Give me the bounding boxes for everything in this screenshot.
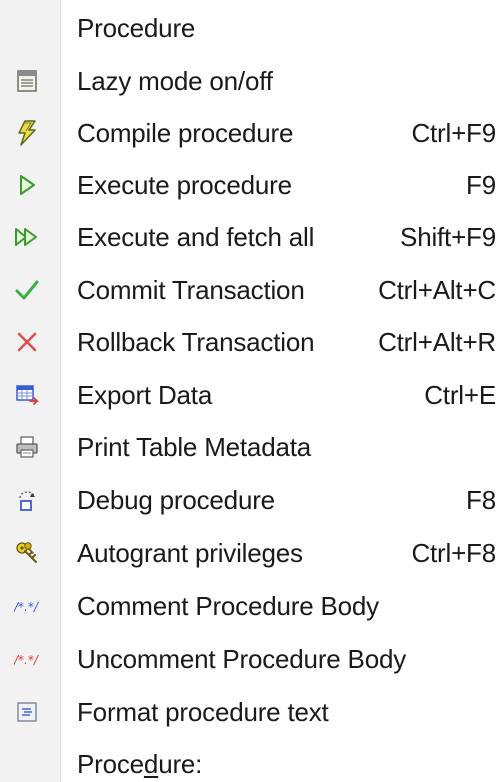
menu-item-label: Compile procedure [77,118,294,148]
menu-item-comment-procedure-body[interactable]: /*.*/ Comment Procedure Body [0,580,502,632]
menu-item-label: Comment Procedure Body [77,591,379,621]
menu-item-procedure-submenu[interactable]: Procedure: [0,738,502,782]
menu-item-label: Execute procedure [77,170,292,200]
comment-icon: /*.*/ [14,593,40,619]
procedure-context-menu: Procedure Lazy mode on/off Compile proce… [0,0,502,782]
submenu-label-start: Proce [77,749,144,779]
autogrant-keys-icon [14,540,40,566]
accelerator-key: d [143,749,159,779]
menu-item-label: Commit Transaction [77,275,305,305]
menu-header-label: Procedure [77,13,196,43]
menu-item-label: Print Table Metadata [77,432,311,462]
print-icon [14,434,40,460]
menu-item-label: Debug procedure [77,485,275,515]
menu-item-compile-procedure[interactable]: Compile procedure Ctrl+F9 [0,107,502,159]
menu-item-execute-procedure[interactable]: Execute procedure F9 [0,159,502,211]
menu-item-label: Uncomment Procedure Body [77,644,407,674]
menu-item-shortcut: Ctrl+Alt+C [378,275,496,305]
execute-fetch-all-icon [14,224,40,250]
menu-item-debug-procedure[interactable]: Debug procedure F8 [0,474,502,526]
menu-item-label: Autogrant privileges [77,538,303,568]
debug-icon [14,487,40,513]
svg-text:/*.*/: /*.*/ [14,653,40,667]
lazy-mode-icon [14,68,40,94]
menu-item-shortcut: Ctrl+E [424,380,496,410]
execute-icon [14,172,40,198]
submenu-label: Procedure: [77,748,202,780]
export-data-icon [14,382,40,408]
menu-header-procedure: Procedure [0,2,502,54]
commit-icon [14,277,40,303]
menu-item-label: Execute and fetch all [77,222,315,252]
menu-item-label: Format procedure text [77,697,329,727]
menu-item-shortcut: Ctrl+F8 [411,538,496,568]
svg-text:/*.*/: /*.*/ [14,600,40,614]
menu-item-print-table-metadata[interactable]: Print Table Metadata [0,421,502,473]
submenu-label-end: ure: [158,749,203,779]
menu-item-uncomment-procedure-body[interactable]: /*.*/ Uncomment Procedure Body [0,633,502,685]
menu-item-label: Export Data [77,380,213,410]
menu-item-autogrant-privileges[interactable]: Autogrant privileges Ctrl+F8 [0,527,502,579]
format-text-icon [14,699,40,725]
menu-item-shortcut: Ctrl+F9 [411,118,496,148]
rollback-icon [14,329,40,355]
menu-item-commit-transaction[interactable]: Commit Transaction Ctrl+Alt+C [0,264,502,316]
menu-item-rollback-transaction[interactable]: Rollback Transaction Ctrl+Alt+R [0,316,502,368]
compile-icon [14,120,40,146]
menu-item-shortcut: Shift+F9 [400,222,496,252]
uncomment-icon: /*.*/ [14,646,40,672]
menu-item-label: Rollback Transaction [77,327,315,357]
menu-item-shortcut: F9 [466,170,496,200]
menu-item-format-procedure-text[interactable]: Format procedure text [0,686,502,738]
menu-item-shortcut: Ctrl+Alt+R [378,327,496,357]
menu-item-execute-fetch-all[interactable]: Execute and fetch all Shift+F9 [0,211,502,263]
menu-item-lazy-mode[interactable]: Lazy mode on/off [0,55,502,107]
menu-item-label: Lazy mode on/off [77,66,273,96]
menu-item-export-data[interactable]: Export Data Ctrl+E [0,369,502,421]
menu-item-shortcut: F8 [466,485,496,515]
